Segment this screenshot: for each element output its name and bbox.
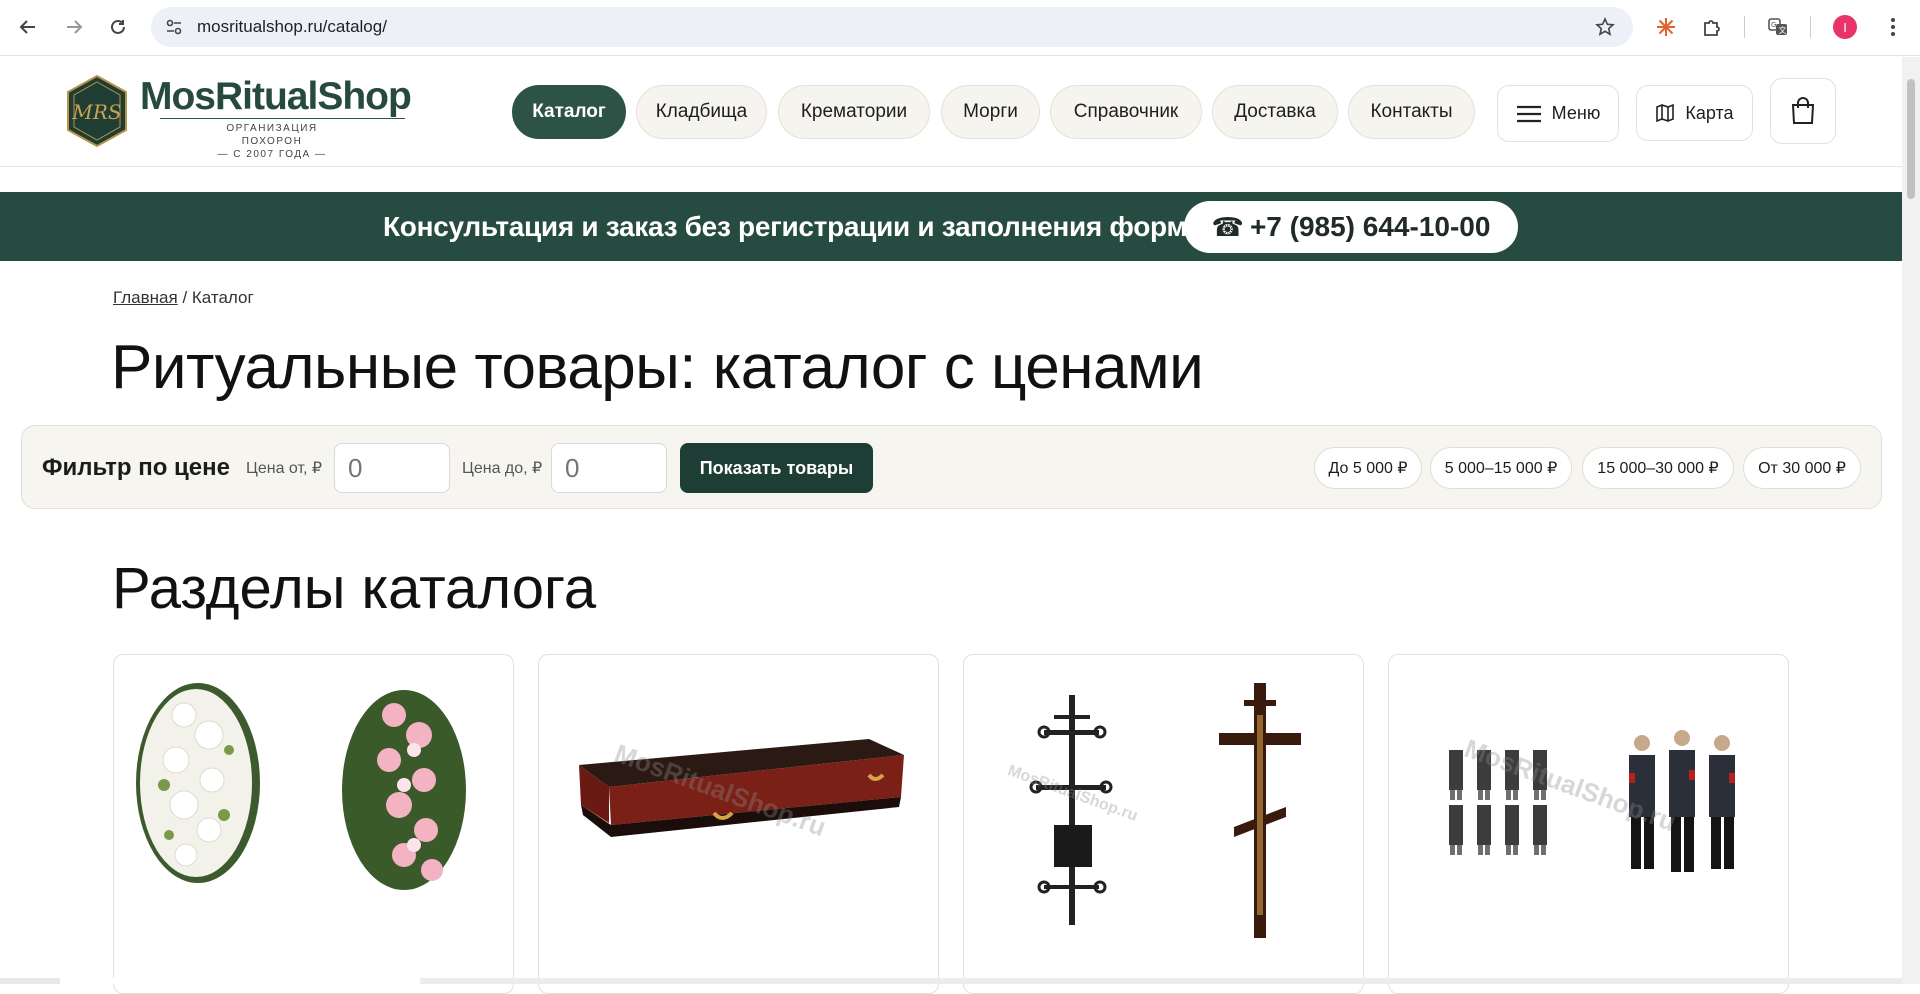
cart-button[interactable] — [1770, 78, 1836, 144]
site-header: MRS MosRitualShop ОРГАНИЗАЦИЯ ПОХОРОН — … — [0, 57, 1902, 167]
banner-text: Консультация и заказ без регистрации и з… — [383, 211, 1187, 242]
catalog-card-coffins[interactable]: MosRitualShop.ru — [538, 654, 939, 994]
kebab-menu-icon[interactable] — [1878, 12, 1908, 42]
price-chip-5000-15000[interactable]: 5 000–15 000 ₽ — [1430, 447, 1572, 489]
price-from-input[interactable] — [334, 443, 450, 493]
phone-button[interactable]: ☎ +7 (985) 644-10-00 — [1184, 201, 1518, 253]
consultation-banner: Консультация и заказ без регистрации и з… — [0, 192, 1902, 261]
logo-emblem-icon[interactable]: MRS — [66, 74, 128, 148]
price-chip-under-5000[interactable]: До 5 000 ₽ — [1314, 447, 1422, 489]
funeral-staff-image — [1449, 730, 1735, 872]
crosses-image — [1029, 683, 1301, 938]
browser-toolbar: mosritualshop.ru/catalog/ 文G I — [0, 0, 1920, 56]
map-label: Карта — [1685, 102, 1734, 123]
breadcrumb: Главная / Каталог — [113, 288, 254, 308]
coffin-image — [579, 739, 904, 837]
nav-reference[interactable]: Справочник — [1050, 85, 1202, 139]
hamburger-icon — [1516, 105, 1541, 122]
svg-text:G: G — [1771, 21, 1776, 29]
back-arrow-icon[interactable] — [10, 9, 46, 45]
logo-divider — [160, 118, 405, 119]
puzzle-icon[interactable] — [1697, 12, 1727, 42]
url-text[interactable]: mosritualshop.ru/catalog/ — [197, 17, 387, 37]
toolbar-divider — [1744, 16, 1745, 38]
menu-label: Меню — [1551, 103, 1601, 123]
price-to-label: Цена до, ₽ — [462, 460, 543, 477]
phone-icon: ☎ — [1211, 211, 1244, 242]
wreaths-image — [136, 683, 466, 890]
extension-icon[interactable] — [1651, 12, 1681, 42]
logo-tagline-1: ОРГАНИЗАЦИЯ ПОХОРОН — [226, 123, 318, 147]
toolbar-divider — [1810, 16, 1811, 38]
price-filter: Фильтр по цене Цена от, ₽ Цена до, ₽ Пок… — [21, 425, 1882, 509]
logo-tagline: ОРГАНИЗАЦИЯ ПОХОРОН — С 2007 ГОДА — — [202, 122, 342, 161]
breadcrumb-separator: / — [177, 288, 192, 307]
catalog-card-wreaths[interactable] — [113, 654, 514, 994]
catalog-card-crosses[interactable]: MosRitualShop.ru — [963, 654, 1364, 994]
forward-arrow-icon[interactable] — [56, 9, 92, 45]
translate-icon[interactable]: 文G — [1763, 12, 1793, 42]
shopping-bag-icon — [1791, 97, 1815, 124]
price-chip-15000-30000[interactable]: 15 000–30 000 ₽ — [1582, 447, 1734, 489]
map-button[interactable]: Карта — [1636, 85, 1753, 141]
page-scrollbar[interactable] — [1902, 57, 1920, 984]
nav-delivery[interactable]: Доставка — [1212, 85, 1338, 139]
nav-contacts[interactable]: Контакты — [1348, 85, 1475, 139]
logo-name[interactable]: MosRitualShop — [140, 75, 412, 119]
site-info-icon[interactable] — [165, 18, 183, 41]
logo-tagline-2: — С 2007 ГОДА — — [217, 149, 327, 160]
show-products-button[interactable]: Показать товары — [680, 443, 873, 493]
price-chip-over-30000[interactable]: От 30 000 ₽ — [1743, 447, 1861, 489]
nav-crematoria[interactable]: Крематории — [778, 85, 930, 139]
nav-catalog[interactable]: Каталог — [512, 85, 626, 139]
scrollbar-thumb[interactable] — [1907, 79, 1915, 199]
sections-title: Разделы каталога — [112, 556, 597, 621]
bottom-strip — [0, 978, 1902, 984]
bookmark-star-icon[interactable] — [1595, 17, 1615, 42]
menu-button[interactable]: Меню — [1497, 85, 1619, 142]
map-icon — [1656, 103, 1675, 123]
nav-morgues[interactable]: Морги — [941, 85, 1040, 139]
svg-text:MRS: MRS — [71, 100, 121, 124]
page-title: Ритуальные товары: каталог с ценами — [111, 333, 1204, 402]
svg-text:文: 文 — [1779, 25, 1787, 35]
price-from-label: Цена от, ₽ — [246, 460, 323, 477]
catalog-card-staff[interactable]: MosRitualShop.ru — [1388, 654, 1789, 994]
phone-number: +7 (985) 644-10-00 — [1249, 211, 1491, 242]
filter-title: Фильтр по цене — [42, 454, 230, 481]
breadcrumb-home[interactable]: Главная — [113, 288, 178, 307]
address-bar[interactable]: mosritualshop.ru/catalog/ — [151, 7, 1633, 47]
profile-avatar[interactable]: I — [1830, 12, 1860, 42]
breadcrumb-current: Каталог — [191, 288, 254, 307]
reload-icon[interactable] — [100, 9, 136, 45]
nav-cemeteries[interactable]: Кладбища — [636, 85, 767, 139]
price-to-input[interactable] — [551, 443, 667, 493]
